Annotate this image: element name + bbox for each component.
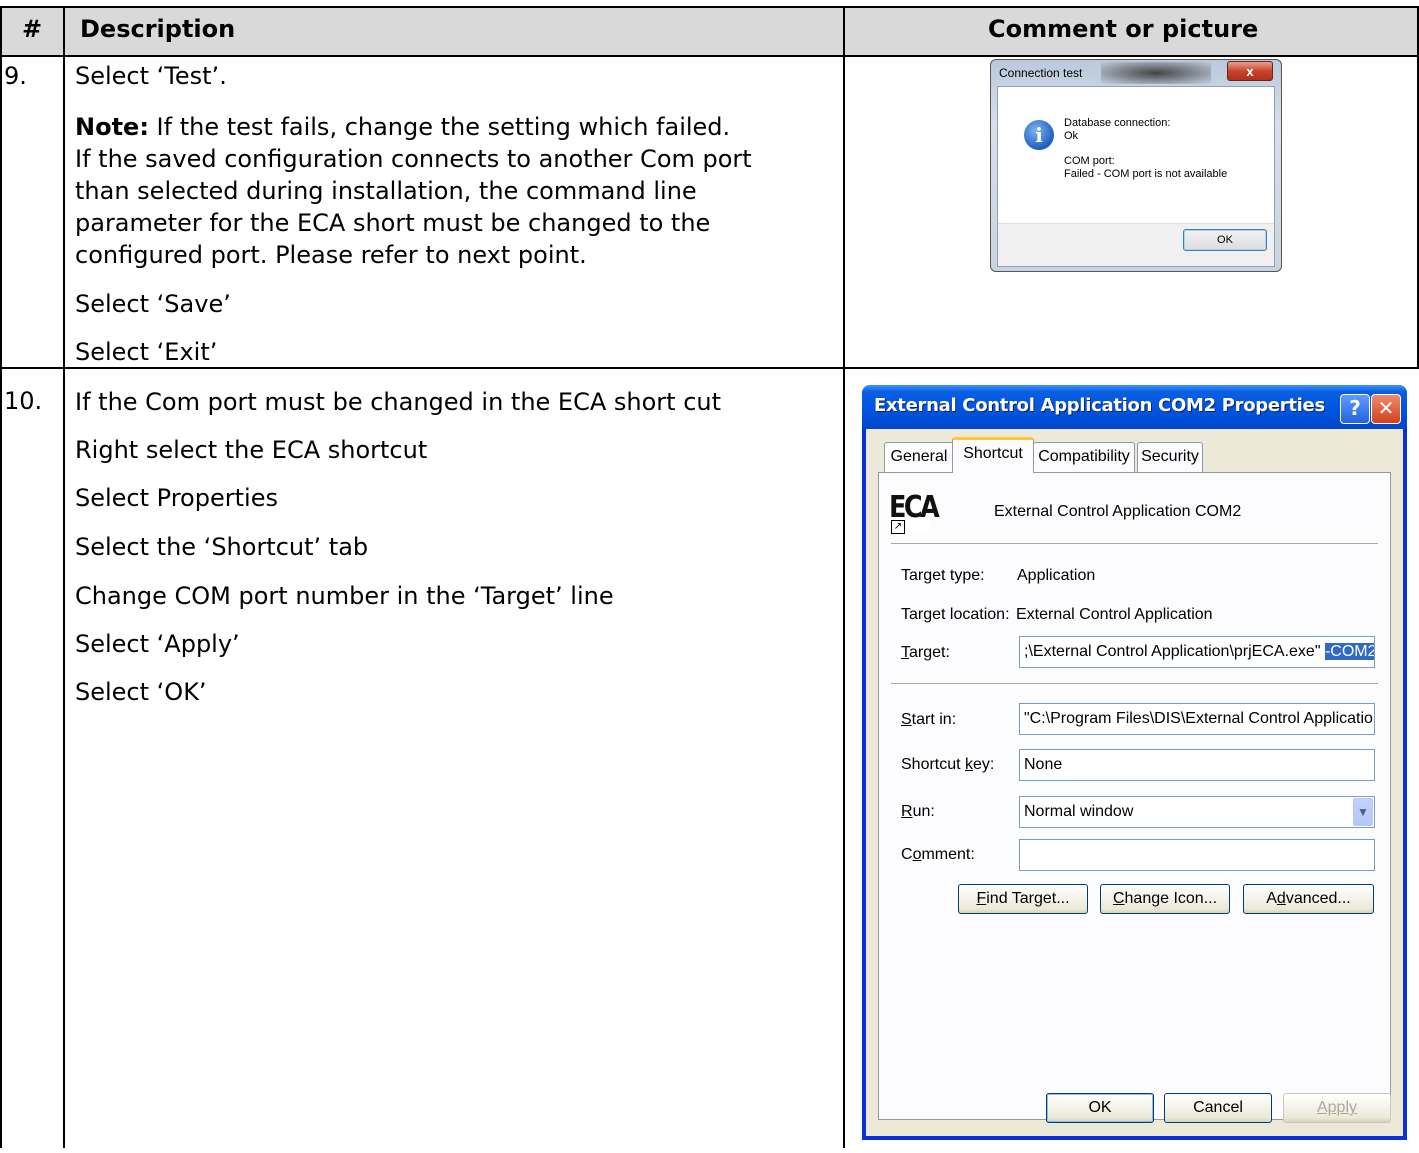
dialog-body: General Shortcut Compatibility Security … [866, 429, 1403, 1136]
info-icon: i [1024, 120, 1054, 150]
table-header-divider [0, 55, 1419, 57]
connection-test-dialog: Connection test x i Database connection:… [990, 59, 1282, 272]
chevron-down-icon[interactable]: ▼ [1353, 798, 1373, 826]
step-text: Select ‘Exit’ [75, 338, 218, 366]
tab-security[interactable]: Security [1137, 442, 1203, 472]
step-text: Select ‘Save’ [75, 290, 231, 318]
note-label: Note: [75, 113, 149, 141]
shortcut-key-label: Shortcut key: [901, 756, 995, 773]
find-target-button[interactable]: Find Target... [958, 884, 1088, 914]
close-button[interactable]: x [1227, 61, 1273, 81]
start-in-label: Start in: [901, 711, 957, 728]
table-border-left [0, 6, 2, 1148]
row-number: 10. [4, 387, 43, 415]
target-type-label: Target type: [901, 567, 985, 584]
close-icon[interactable]: ✕ [1371, 394, 1401, 424]
step-text: If the Com port must be changed in the E… [75, 388, 722, 416]
table-column-divider [843, 6, 845, 1148]
header-description: Description [80, 15, 236, 43]
comment-label: Comment: [901, 846, 975, 863]
target-location-label: Target location: [901, 606, 1010, 623]
table-header: # Description Comment or picture [0, 7, 1419, 55]
properties-dialog: External Control Application COM2 Proper… [862, 385, 1407, 1140]
run-label: Run: [901, 803, 935, 820]
target-location-value: External Control Application [1016, 606, 1213, 623]
step-text: Right select the ECA shortcut [75, 436, 428, 464]
com-port-label: COM port: [1064, 155, 1115, 167]
com-port-value: Failed - COM port is not available [1064, 168, 1228, 180]
target-type-value: Application [1017, 567, 1096, 584]
tab-compatibility[interactable]: Compatibility [1033, 442, 1135, 472]
target-field[interactable]: ;\External Control Application\prjECA.ex… [1019, 636, 1375, 668]
note-text: parameter for the ECA short must be chan… [75, 209, 711, 237]
comment-field[interactable] [1019, 839, 1375, 871]
start-in-field[interactable]: "C:\Program Files\DIS\External Control A… [1019, 703, 1375, 735]
app-name: External Control Application COM2 [994, 503, 1242, 520]
dialog-title: External Control Application COM2 Proper… [874, 395, 1325, 416]
database-connection-value: Ok [1064, 130, 1079, 142]
title-bar-glow [1101, 62, 1211, 84]
shortcut-key-field[interactable]: None [1019, 749, 1375, 781]
target-value: ;\External Control Application\prjECA.ex… [1024, 643, 1325, 660]
table-column-divider [63, 6, 65, 1148]
shortcut-tab-panel: ECA ↗ External Control Application COM2 … [878, 472, 1391, 1120]
step-text: Select ‘OK’ [75, 678, 207, 706]
tab-general[interactable]: General [884, 442, 954, 472]
ok-button[interactable]: OK [1183, 229, 1267, 251]
note-text: If the saved configuration connects to a… [75, 145, 752, 173]
apply-button[interactable]: Apply [1283, 1093, 1391, 1123]
step-text: Select ‘Apply’ [75, 630, 240, 658]
separator [891, 543, 1378, 545]
dialog-title: Connection test [999, 66, 1083, 80]
target-label: Target: [901, 644, 950, 661]
ok-button[interactable]: OK [1046, 1093, 1154, 1123]
cancel-button[interactable]: Cancel [1164, 1093, 1272, 1123]
separator [891, 683, 1378, 685]
note-line: Note: If the test fails, change the sett… [75, 111, 835, 143]
note-text: than selected during installation, the c… [75, 177, 697, 205]
note-text: configured port. Please refer to next po… [75, 241, 587, 269]
advanced-button[interactable]: Advanced... [1243, 884, 1374, 914]
step-text: Change COM port number in the ‘Target’ l… [75, 582, 614, 610]
shortcut-arrow-icon: ↗ [891, 520, 905, 534]
database-connection-label: Database connection: [1064, 117, 1171, 129]
help-icon[interactable]: ? [1340, 394, 1370, 424]
run-value: Normal window [1024, 803, 1134, 820]
run-select[interactable]: Normal window ▼ [1019, 796, 1375, 828]
header-comment: Comment or picture [988, 15, 1259, 43]
note-text: If the test fails, change the setting wh… [148, 113, 731, 141]
table-border-top [0, 6, 1419, 8]
step-text: Select the ‘Shortcut’ tab [75, 533, 369, 561]
row-number: 9. [4, 62, 27, 90]
title-bar: External Control Application COM2 Proper… [862, 385, 1407, 429]
header-number: # [22, 15, 43, 43]
step-text: Select ‘Test’. [75, 62, 227, 90]
tab-shortcut[interactable]: Shortcut [952, 437, 1034, 473]
step-text: Select Properties [75, 484, 278, 512]
target-selected-text: -COM2 [1324, 643, 1375, 660]
change-icon-button[interactable]: Change Icon... [1100, 884, 1230, 914]
